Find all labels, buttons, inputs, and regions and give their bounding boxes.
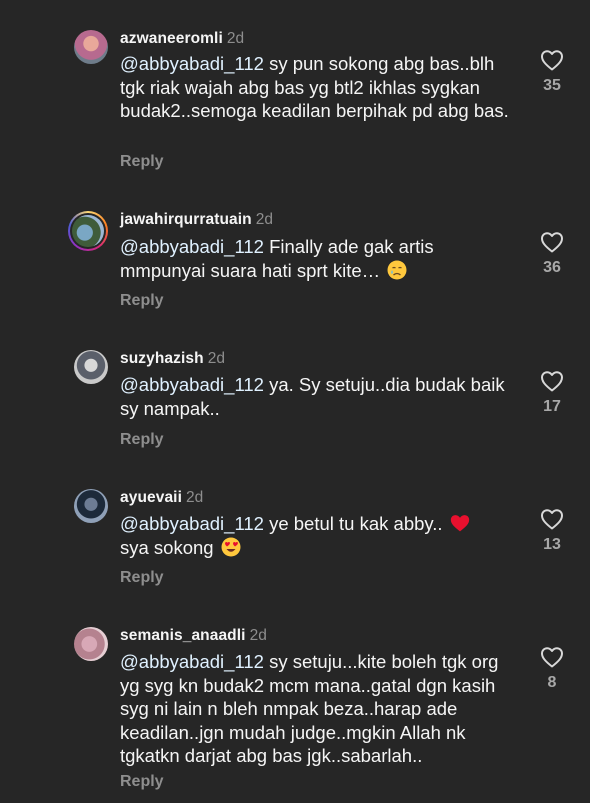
avatar[interactable] xyxy=(74,489,108,523)
avatar[interactable] xyxy=(74,30,108,64)
mention-link[interactable]: @abbyabadi_112 xyxy=(120,513,264,534)
comment-time: 2d xyxy=(185,489,204,506)
reply-button[interactable]: Reply xyxy=(120,569,164,587)
avatar[interactable] xyxy=(74,627,108,661)
like-button[interactable]: 36 xyxy=(538,231,566,277)
like-button[interactable]: 35 xyxy=(538,49,566,95)
comment-username[interactable]: suzyhazish xyxy=(120,350,204,367)
like-button[interactable]: 17 xyxy=(538,370,566,416)
reply-button[interactable]: Reply xyxy=(120,773,164,791)
like-count: 17 xyxy=(543,398,561,415)
mention-link[interactable]: @abbyabadi_112 xyxy=(120,651,264,672)
comment-text: @abbyabadi_112 ya. Sy setuju..dia budak … xyxy=(120,374,505,419)
comment-username[interactable]: semanis_anaadli xyxy=(120,627,246,644)
comment-text: @abbyabadi_112 ye betul tu kak abby.. sy… xyxy=(120,512,520,559)
like-count: 13 xyxy=(543,536,561,553)
like-count: 36 xyxy=(543,259,561,276)
comment-username[interactable]: azwaneeromli xyxy=(120,30,223,47)
like-count: 35 xyxy=(543,77,561,94)
like-button[interactable]: 8 xyxy=(538,646,566,692)
comment-time: 2d xyxy=(249,627,267,644)
reply-button[interactable]: Reply xyxy=(120,292,164,310)
reply-button[interactable]: Reply xyxy=(120,153,164,171)
comment-text: @abbyabadi_112 Finally ade gak artis mmp… xyxy=(120,236,434,281)
comment-time: 2d xyxy=(207,350,225,367)
comment-text: @abbyabadi_112 sy setuju...kite boleh tg… xyxy=(120,651,499,766)
heart-outline-icon[interactable] xyxy=(540,49,564,71)
crying-face-emoji xyxy=(387,260,407,280)
mention-link[interactable]: @abbyabadi_112 xyxy=(120,236,264,257)
comment-username[interactable]: jawahirqurratuain xyxy=(120,211,252,228)
like-count: 8 xyxy=(547,674,557,691)
heart-outline-icon[interactable] xyxy=(540,646,564,668)
mention-link[interactable]: @abbyabadi_112 xyxy=(120,374,264,395)
heart-outline-icon[interactable] xyxy=(540,508,564,530)
heart-outline-icon[interactable] xyxy=(540,231,564,253)
heart-outline-icon[interactable] xyxy=(540,370,564,392)
comment-username[interactable]: ayuevaii xyxy=(120,489,182,506)
comment-time: 2d xyxy=(226,30,245,47)
avatar[interactable] xyxy=(74,350,108,384)
comment-time: 2d xyxy=(255,211,274,228)
comment-text: @abbyabadi_112 sy pun sokong abg bas..bl… xyxy=(120,53,509,121)
reply-button[interactable]: Reply xyxy=(120,431,164,449)
mention-link[interactable]: @abbyabadi_112 xyxy=(120,53,264,74)
avatar[interactable] xyxy=(68,211,108,251)
heart-eyes-emoji xyxy=(221,537,241,557)
like-button[interactable]: 13 xyxy=(538,508,566,554)
red-heart-emoji xyxy=(450,513,470,533)
